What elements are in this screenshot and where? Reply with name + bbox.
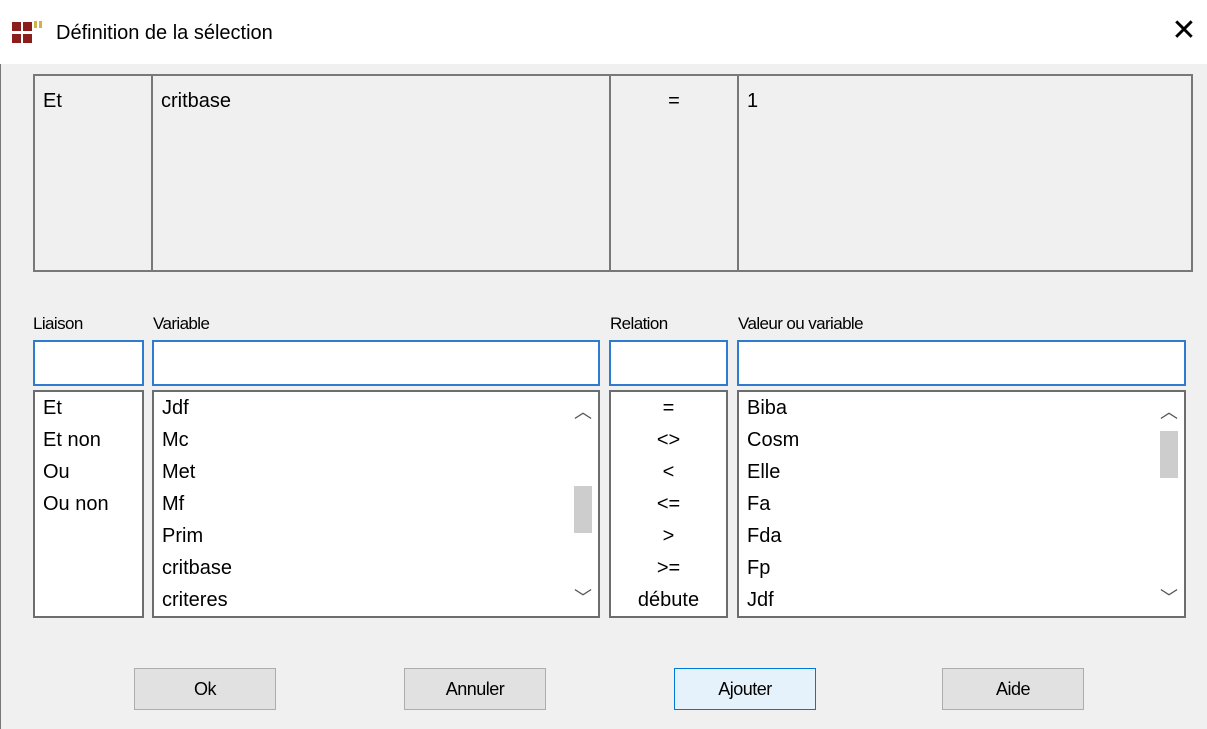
variable-list[interactable]: Jdf Mc Met Mf Prim critbase criteres ︿ ﹀: [152, 390, 600, 618]
value-option[interactable]: Fa: [739, 488, 1184, 520]
variable-option[interactable]: Jdf: [154, 392, 598, 424]
value-list[interactable]: Biba Cosm Elle Fa Fda Fp Jdf ︿ ﹀: [737, 390, 1186, 618]
relation-label: Relation: [610, 314, 668, 333]
summary-variable: critbase: [151, 74, 611, 272]
chevron-up-icon[interactable]: ︿: [568, 398, 598, 424]
value-option[interactable]: Fda: [739, 520, 1184, 552]
relation-option[interactable]: <>: [611, 424, 726, 456]
value-option[interactable]: Biba: [739, 392, 1184, 424]
relation-option[interactable]: >=: [611, 552, 726, 584]
scroll-thumb[interactable]: [574, 486, 592, 533]
chevron-down-icon[interactable]: ﹀: [1154, 584, 1184, 610]
relation-option[interactable]: <: [611, 456, 726, 488]
add-button[interactable]: Ajouter: [674, 668, 816, 710]
window-border: [0, 64, 1, 729]
relation-option[interactable]: débute: [611, 584, 726, 616]
value-scrollbar[interactable]: ︿ ﹀: [1154, 392, 1184, 616]
app-icon: [12, 21, 42, 43]
summary-liaison: Et: [33, 74, 153, 272]
value-input[interactable]: [737, 340, 1186, 386]
variable-option[interactable]: Mf: [154, 488, 598, 520]
close-button[interactable]: ✕: [1161, 8, 1207, 54]
chevron-up-icon[interactable]: ︿: [1154, 398, 1184, 424]
value-option[interactable]: Fp: [739, 552, 1184, 584]
variable-scrollbar[interactable]: ︿ ﹀: [568, 392, 598, 616]
title-bar: Définition de la sélection ✕: [0, 0, 1207, 64]
summary-value: 1: [737, 74, 1193, 272]
liaison-option[interactable]: Et non: [35, 424, 142, 456]
relation-option[interactable]: =: [611, 392, 726, 424]
window-title: Définition de la sélection: [56, 22, 273, 44]
relation-input[interactable]: [609, 340, 728, 386]
liaison-option[interactable]: Ou: [35, 456, 142, 488]
relation-option[interactable]: <=: [611, 488, 726, 520]
summary-relation: =: [609, 74, 739, 272]
liaison-option[interactable]: Et: [35, 392, 142, 424]
liaison-label: Liaison: [33, 314, 83, 333]
value-option[interactable]: Jdf: [739, 584, 1184, 616]
variable-option[interactable]: Mc: [154, 424, 598, 456]
close-icon: ✕: [1171, 14, 1197, 47]
variable-option[interactable]: Prim: [154, 520, 598, 552]
value-option[interactable]: Elle: [739, 456, 1184, 488]
variable-option[interactable]: critbase: [154, 552, 598, 584]
liaison-input[interactable]: [33, 340, 144, 386]
ok-button[interactable]: Ok: [134, 668, 276, 710]
liaison-list[interactable]: Et Et non Ou Ou non: [33, 390, 144, 618]
relation-list[interactable]: = <> < <= > >= débute: [609, 390, 728, 618]
scroll-thumb[interactable]: [1160, 431, 1178, 478]
value-option[interactable]: Cosm: [739, 424, 1184, 456]
variable-label: Variable: [153, 314, 210, 333]
variable-option[interactable]: Met: [154, 456, 598, 488]
cancel-button[interactable]: Annuler: [404, 668, 546, 710]
liaison-option[interactable]: Ou non: [35, 488, 142, 520]
chevron-down-icon[interactable]: ﹀: [568, 584, 598, 610]
variable-input[interactable]: [152, 340, 600, 386]
help-button[interactable]: Aide: [942, 668, 1084, 710]
relation-option[interactable]: >: [611, 520, 726, 552]
value-label: Valeur ou variable: [738, 314, 864, 333]
variable-option[interactable]: criteres: [154, 584, 598, 616]
